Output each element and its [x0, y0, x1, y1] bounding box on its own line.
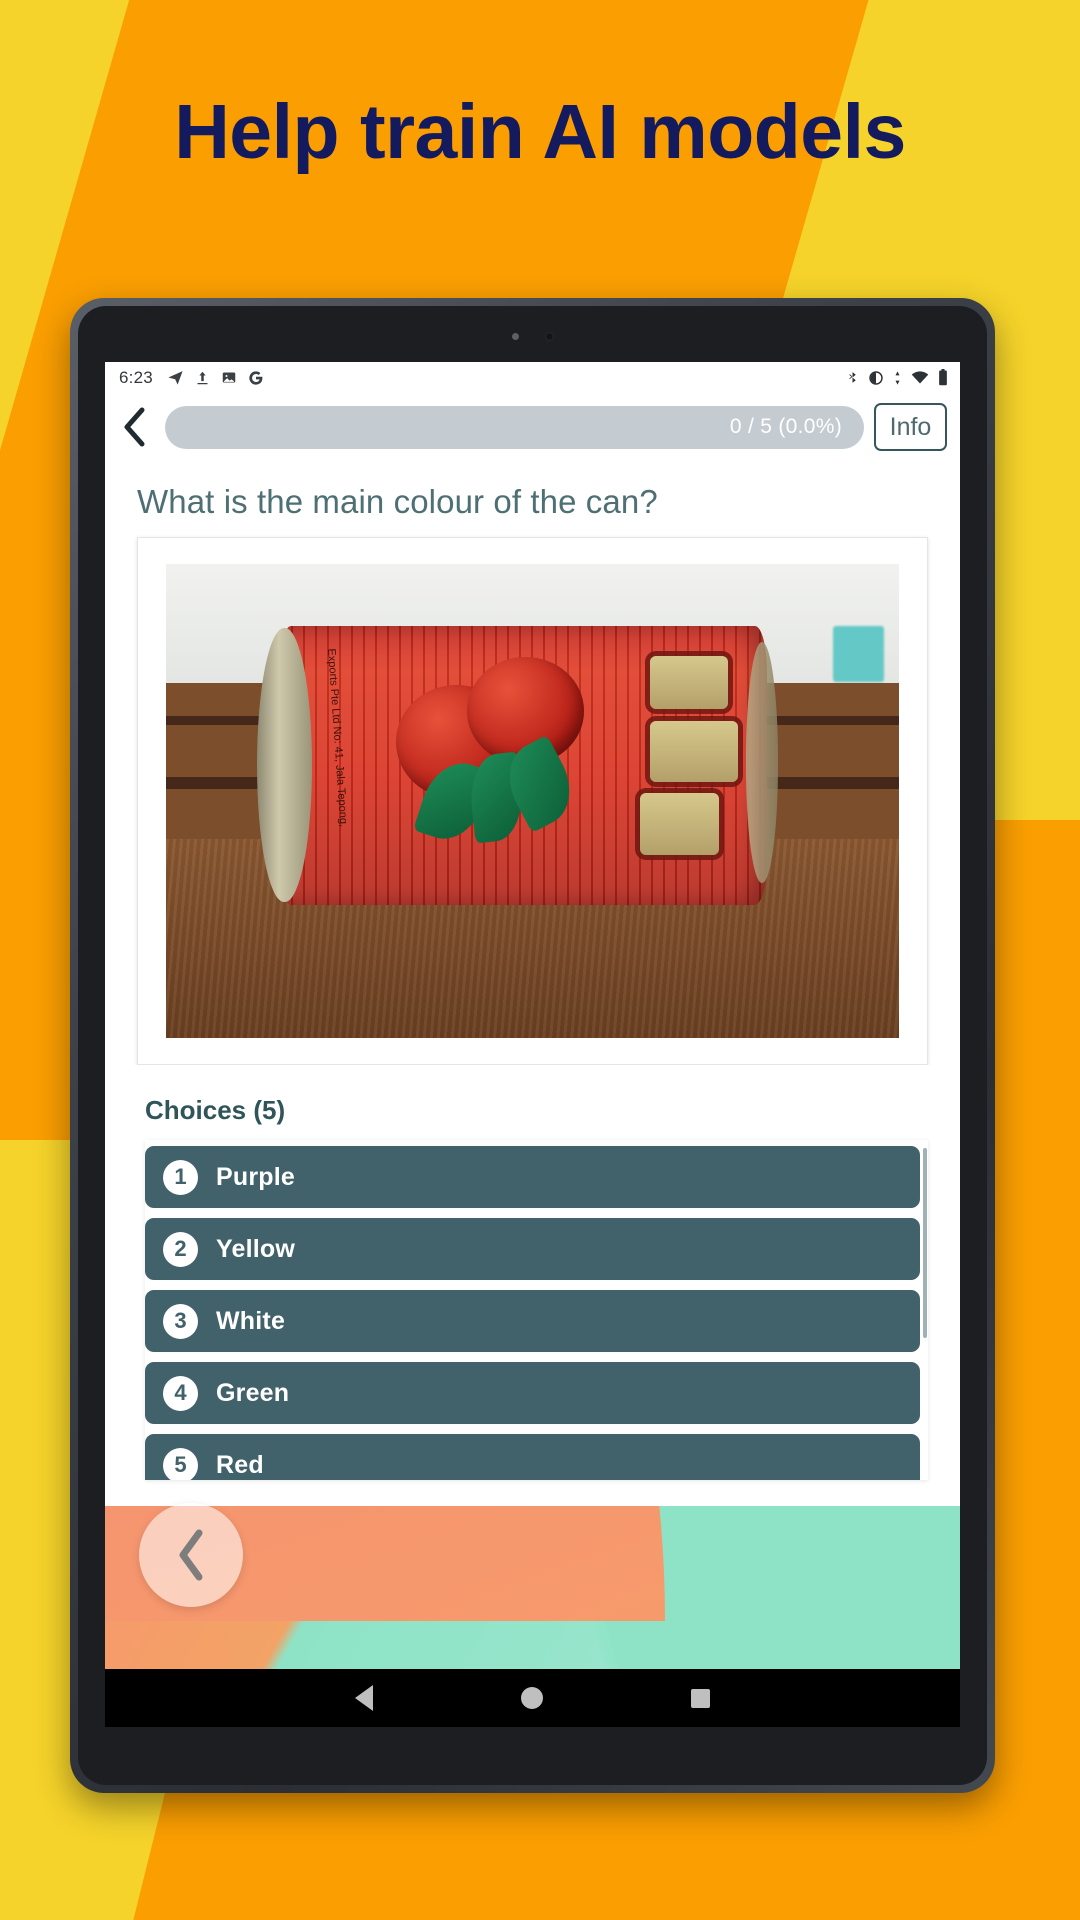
- app-toolbar: 0 / 5 (0.0%) Info: [105, 393, 960, 461]
- camera-lens: [544, 331, 554, 341]
- choice-label: White: [216, 1306, 286, 1335]
- progress-label: 0 / 5 (0.0%): [729, 415, 842, 438]
- status-notification-icons: [167, 369, 264, 386]
- choice-number: 5: [163, 1447, 198, 1480]
- cellular-signal-icon: [893, 370, 902, 386]
- can-rim: [257, 628, 312, 903]
- can-rim: [745, 642, 779, 883]
- tablet-device-frame: 6:23 0 / 5 (0.0%) Info What is the main …: [70, 298, 995, 1793]
- sensor-dot: [511, 332, 519, 340]
- choices-scrollbar[interactable]: [923, 1148, 927, 1338]
- image-icon: [221, 370, 237, 385]
- can-body: Exports Pte Ltd No: 41, Jala Tepong,: [279, 625, 768, 906]
- android-navigation-bar: [105, 1669, 960, 1727]
- choice-number: 2: [163, 1231, 198, 1267]
- nav-recents-icon: [691, 1688, 710, 1708]
- progress-bar[interactable]: 0 / 5 (0.0%): [165, 405, 864, 449]
- promo-banner: Help train AI models 6:23 0 / 5 (0.0%) I…: [0, 0, 1080, 1920]
- choice-label: Red: [216, 1450, 264, 1479]
- choice-label: Yellow: [216, 1234, 296, 1263]
- choice-label: Purple: [216, 1162, 295, 1191]
- can-tomato-artwork: [396, 654, 591, 848]
- telegram-icon: [167, 369, 184, 386]
- choice-number: 3: [163, 1303, 198, 1339]
- nav-recents-button[interactable]: [691, 1688, 710, 1708]
- bluetooth-icon: [846, 369, 859, 386]
- status-system-icons: [846, 369, 948, 386]
- info-button[interactable]: Info: [874, 403, 947, 451]
- choice-label: Green: [216, 1378, 290, 1407]
- task-content-area: What is the main colour of the can? Expo…: [105, 461, 960, 1669]
- upload-icon: [195, 370, 210, 386]
- front-camera: [478, 331, 588, 341]
- choices-header: Choices (5): [105, 1065, 960, 1140]
- can-label-glyph: [650, 656, 729, 710]
- can-label-glyph: [650, 720, 739, 783]
- promo-headline: Help train AI models: [174, 89, 906, 175]
- question-text: What is the main colour of the can?: [137, 483, 658, 520]
- task-image-frame: Exports Pte Ltd No: 41, Jala Tepong,: [137, 537, 928, 1065]
- choice-option-2[interactable]: 2 Yellow: [145, 1218, 920, 1280]
- tomato-can: Exports Pte Ltd No: 41, Jala Tepong,: [247, 625, 789, 906]
- choice-option-5[interactable]: 5 Red: [145, 1434, 920, 1480]
- device-screen: 6:23 0 / 5 (0.0%) Info What is the main …: [105, 362, 960, 1727]
- choice-number: 4: [163, 1375, 198, 1411]
- choice-option-3[interactable]: 3 White: [145, 1290, 920, 1352]
- status-clock: 6:23: [119, 367, 153, 387]
- choice-number: 1: [163, 1159, 198, 1195]
- nav-back-icon: [355, 1685, 373, 1711]
- nav-back-button[interactable]: [355, 1685, 373, 1711]
- task-image[interactable]: Exports Pte Ltd No: 41, Jala Tepong,: [166, 564, 899, 1038]
- chevron-left-icon: [179, 1529, 203, 1581]
- task-card: What is the main colour of the can? Expo…: [105, 461, 960, 1506]
- brightness-icon: [868, 370, 884, 386]
- tablet-bezel: 6:23 0 / 5 (0.0%) Info What is the main …: [78, 306, 987, 1785]
- toolbar-back-button[interactable]: [115, 404, 155, 450]
- wifi-icon: [911, 370, 929, 385]
- floating-back-button[interactable]: [139, 1503, 243, 1607]
- battery-icon: [938, 369, 948, 386]
- choice-option-1[interactable]: 1 Purple: [145, 1146, 920, 1208]
- photo-teal-object: [833, 625, 885, 683]
- nav-home-button[interactable]: [521, 1687, 543, 1709]
- nav-home-icon: [521, 1687, 543, 1709]
- choice-option-4[interactable]: 4 Green: [145, 1362, 920, 1424]
- google-icon: [248, 370, 264, 386]
- choices-list[interactable]: 1 Purple 2 Yellow 3 White 4 Green 5 Red: [145, 1140, 928, 1480]
- can-label-glyph: [640, 793, 719, 855]
- android-status-bar: 6:23: [105, 362, 960, 393]
